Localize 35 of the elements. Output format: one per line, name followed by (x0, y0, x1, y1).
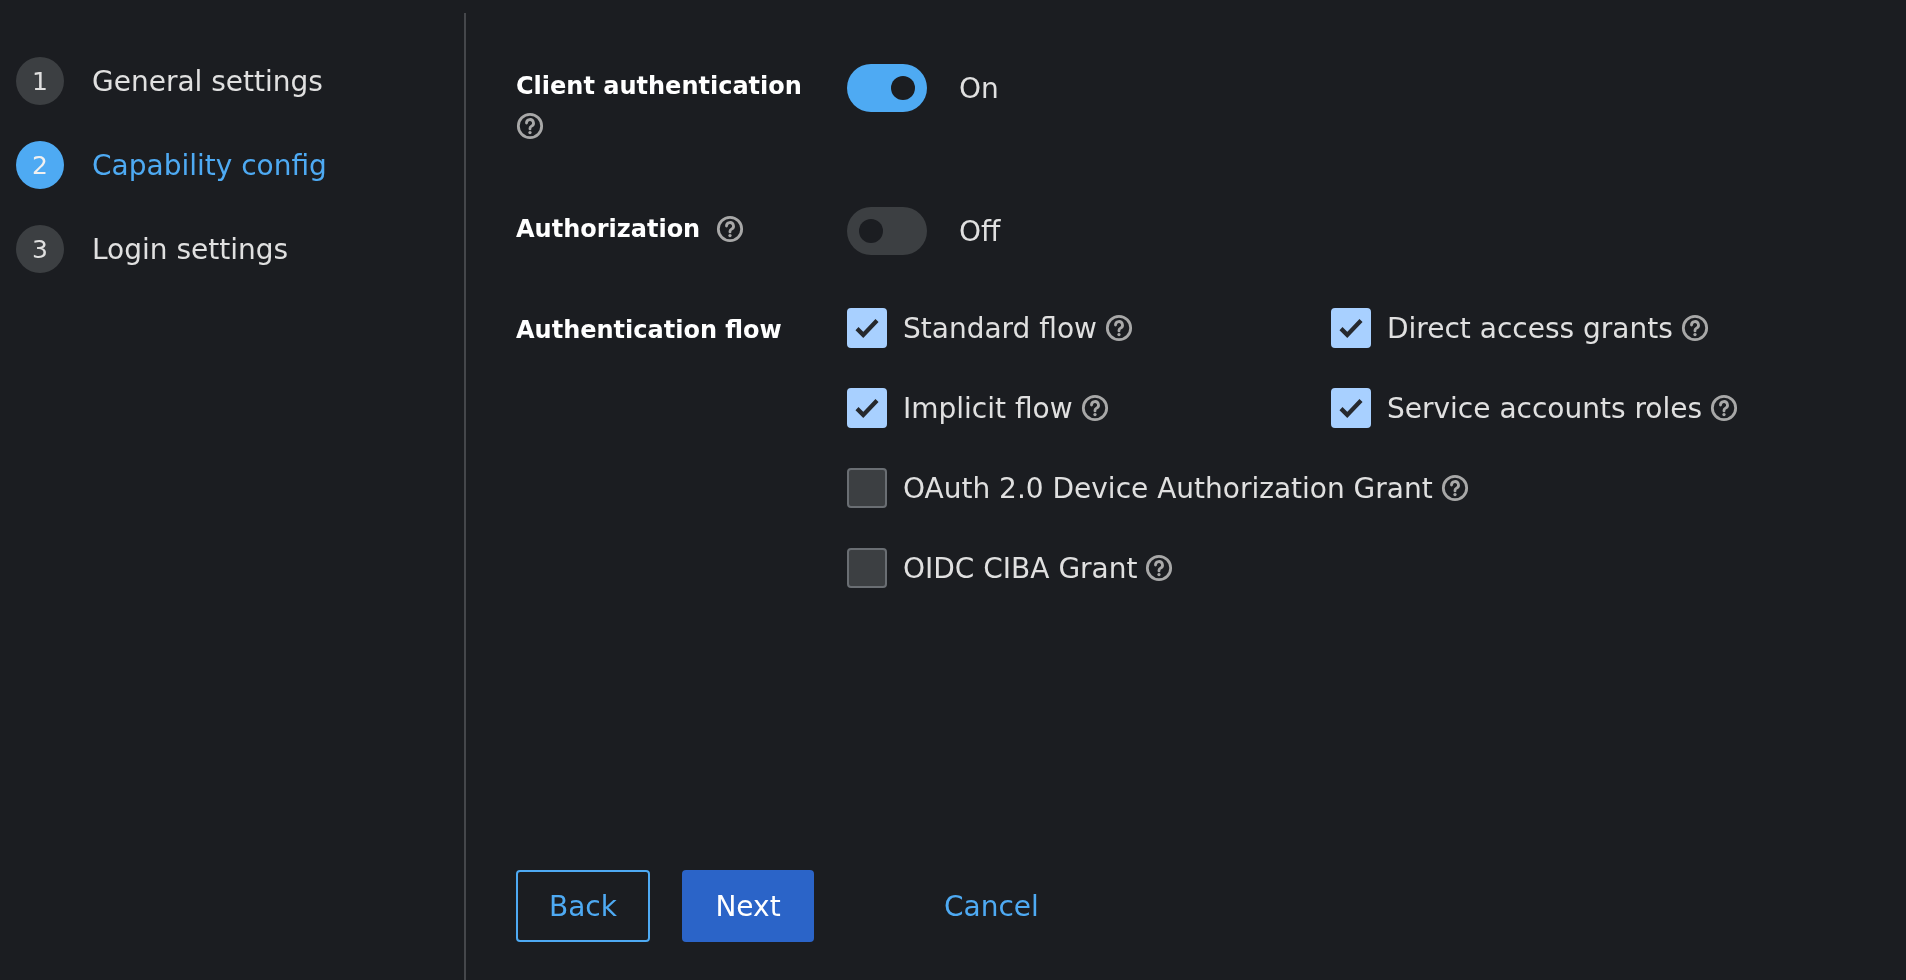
help-icon[interactable] (1145, 554, 1174, 582)
checkbox-label: Direct access grants (1387, 311, 1673, 345)
help-icon[interactable] (1104, 314, 1133, 342)
wizard-step[interactable]: 1 General settings (16, 57, 464, 105)
wizard-step[interactable]: 3 Login settings (16, 225, 464, 273)
checkbox-label: OAuth 2.0 Device Authorization Grant (903, 471, 1433, 505)
checkbox-label: Implicit flow (903, 391, 1073, 425)
toggle-switch[interactable] (847, 207, 927, 255)
checkbox[interactable] (847, 548, 887, 588)
step-number: 1 (16, 57, 64, 105)
help-icon[interactable] (1080, 394, 1109, 422)
help-icon[interactable] (516, 112, 544, 140)
checkbox[interactable] (847, 468, 887, 508)
step-label: Login settings (92, 232, 289, 266)
field-label: Authentication flow (516, 316, 782, 344)
step-label: General settings (92, 64, 323, 98)
next-button[interactable]: Next (682, 870, 814, 942)
toggle-switch[interactable] (847, 64, 927, 112)
help-icon[interactable] (1440, 474, 1469, 502)
step-label: Capability config (92, 148, 327, 182)
toggle-state-label: Off (959, 214, 1001, 248)
checkbox-label: Service accounts roles (1387, 391, 1703, 425)
step-number: 3 (16, 225, 64, 273)
wizard-step[interactable]: 2 Capability config (16, 141, 464, 189)
checkbox-label: OIDC CIBA Grant (903, 551, 1138, 585)
step-number: 2 (16, 141, 64, 189)
cancel-link[interactable]: Cancel (904, 870, 1079, 942)
back-button[interactable]: Back (516, 870, 650, 942)
help-icon[interactable] (1680, 314, 1709, 342)
checkbox-label: Standard flow (903, 311, 1097, 345)
toggle-state-label: On (959, 71, 999, 105)
field-label: Authorization (516, 215, 701, 243)
field-label: Client authentication (516, 72, 802, 100)
help-icon[interactable] (716, 215, 745, 243)
help-icon[interactable] (1710, 394, 1739, 422)
